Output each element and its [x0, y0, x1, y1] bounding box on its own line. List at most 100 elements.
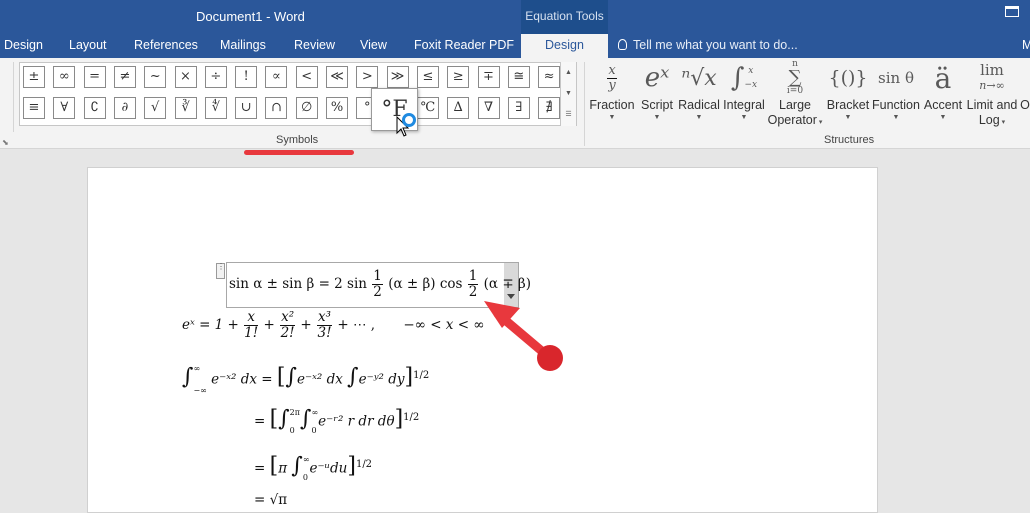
tab-mailings[interactable]: Mailings	[220, 34, 266, 58]
document-title: Document1 - Word	[196, 9, 305, 24]
symbol-button[interactable]: ≡	[23, 97, 45, 119]
limit-and-log-label: Limit and	[966, 98, 1018, 112]
tab-view[interactable]: View	[360, 34, 387, 58]
integral-button[interactable]: ∫ x −x Integral ▼	[722, 58, 766, 130]
ribbon-tab-row: Design Layout References Mailings Review…	[0, 34, 1030, 58]
symbol-button[interactable]: ∝	[265, 66, 288, 88]
gallery-up-icon[interactable]: ▲	[561, 62, 576, 83]
eq1-left: sin α ± sin β = 2 sin	[229, 276, 367, 292]
operator-icon	[1020, 58, 1030, 98]
equation-gaussian-line-2[interactable]: = [∫ 2π 0 ∫ ∞ 0 e⁻ʳ² r dr dθ]1/2	[254, 404, 419, 440]
accent-icon: ä	[934, 61, 952, 95]
symbol-button[interactable]: ≠	[113, 66, 136, 88]
symbol-button[interactable]: %	[326, 97, 348, 119]
symbol-button[interactable]: ∃	[507, 97, 530, 119]
symbol-button[interactable]: ∀	[53, 97, 76, 119]
chevron-down-icon: ▼	[695, 114, 703, 121]
exp-term-1: x 1!	[244, 309, 259, 341]
script-button[interactable]: eˣ Script ▼	[638, 58, 676, 130]
integral-icon: ∫ x −x	[730, 63, 758, 93]
annotation-underline	[244, 150, 354, 155]
symbol-button[interactable]: ∜	[204, 97, 227, 119]
large-operator-icon: n ∑ i=0	[786, 59, 804, 96]
symbol-button[interactable]: ≅	[507, 66, 530, 88]
tell-me-search[interactable]: Tell me what you want to do...	[618, 34, 798, 58]
symbol-button[interactable]: ∪	[235, 97, 258, 119]
fraction-icon: xy	[607, 62, 617, 93]
fraction-button[interactable]: xy Fraction ▼	[588, 58, 636, 130]
ribbon-panel: ⬊ ±∞=≠~×÷!∝<≪>≫≤≥∓≅≈≡∀∁∂√∛∜∪∩∅%°℉℃∆∇∃∄ ▲…	[0, 58, 1030, 149]
gallery-down-icon[interactable]: ▼	[561, 83, 576, 104]
symbol-button[interactable]: ∄	[538, 97, 561, 119]
symbol-button[interactable]: ∂	[113, 97, 136, 119]
radical-button[interactable]: ⁿ√x Radical ▼	[678, 58, 720, 130]
symbol-button[interactable]: ≈	[538, 66, 561, 88]
accent-label: Accent	[923, 98, 963, 112]
tab-design[interactable]: Design	[4, 34, 43, 58]
symbol-button[interactable]: ≪	[326, 66, 348, 88]
large-operator-button[interactable]: n ∑ i=0 Large Operator ▾	[766, 58, 824, 130]
symbol-button[interactable]: ≥	[447, 66, 470, 88]
equation-tools-context-label: Equation Tools	[521, 0, 608, 34]
symbol-button[interactable]: =	[83, 66, 106, 88]
exp-term-2: x² 2!	[280, 309, 296, 341]
equation-gaussian-line-1[interactable]: ∫ ∞ −∞ e⁻ˣ² dx = [∫e⁻ˣ² dx ∫e⁻ʸ² dy]1/2	[182, 358, 429, 402]
equation-drag-handle-icon[interactable]: ⋮	[216, 263, 225, 279]
tab-layout[interactable]: Layout	[69, 34, 107, 58]
limit-icon: lim n→∞	[979, 61, 1005, 93]
tab-review[interactable]: Review	[294, 34, 335, 58]
symbol-button[interactable]: ∇	[477, 97, 500, 119]
chevron-down-icon: ▼	[740, 114, 748, 121]
equation-gaussian-line-3[interactable]: = [π ∫ ∞ 0 e⁻ᵘdu]1/2	[254, 451, 372, 487]
chevron-down-icon: ▼	[939, 114, 947, 121]
accent-button[interactable]: ä Accent ▼	[922, 58, 964, 130]
symbol-button[interactable]: ≫	[386, 66, 409, 88]
symbol-button[interactable]: ∓	[477, 66, 500, 88]
limit-and-log-button[interactable]: lim n→∞ Limit and Log ▾	[964, 58, 1020, 130]
equation-exponential-series[interactable]: eˣ = 1 + x 1! + x² 2! + x³ 3! + ⋯ , −∞ < x …	[182, 310, 485, 341]
eq1-frac-1: 12	[372, 268, 383, 300]
symbol-button[interactable]: ∁	[83, 97, 106, 119]
symbol-button[interactable]: >	[356, 66, 379, 88]
title-bar: Document1 - Word Equation Tools	[0, 0, 1030, 34]
gallery-more-icon[interactable]: ☰	[561, 104, 576, 125]
chevron-down-icon: ▼	[892, 114, 900, 121]
symbols-gallery: ±∞=≠~×÷!∝<≪>≫≤≥∓≅≈≡∀∁∂√∛∜∪∩∅%°℉℃∆∇∃∄	[19, 62, 577, 126]
symbol-button[interactable]: ∆	[447, 97, 470, 119]
equation-gaussian-line-4[interactable]: = √π	[254, 492, 287, 508]
symbol-button[interactable]: ∅	[295, 97, 318, 119]
structures-group-label: Structures	[824, 134, 875, 146]
radical-label: Radical	[678, 98, 720, 112]
exp-term-3: x³ 3!	[317, 309, 333, 341]
bracket-button[interactable]: {()} Bracket ▼	[826, 58, 870, 130]
tab-foxit-reader-pdf[interactable]: Foxit Reader PDF	[414, 34, 514, 58]
user-initial[interactable]: M	[1022, 34, 1030, 58]
large-operator-label: Large	[779, 98, 811, 112]
symbol-button[interactable]: <	[295, 66, 318, 88]
symbol-button[interactable]: ℃	[416, 97, 439, 119]
symbol-button[interactable]: ∛	[174, 97, 197, 119]
symbol-button[interactable]: ±	[23, 66, 45, 88]
symbol-button[interactable]: !	[235, 66, 258, 88]
dialog-launcher-icon[interactable]: ⬊	[2, 138, 9, 147]
chevron-down-icon: ▼	[653, 114, 661, 121]
operator-button-partial[interactable]: O	[1020, 58, 1030, 130]
symbol-button[interactable]: ∩	[265, 97, 288, 119]
chevron-down-icon: ▼	[844, 114, 852, 121]
eq1-mid: (α ± β) cos	[388, 276, 463, 292]
symbol-button[interactable]: ~	[144, 66, 167, 88]
gallery-scroll-controls[interactable]: ▲ ▼ ☰	[560, 62, 576, 126]
restore-window-icon[interactable]	[1005, 6, 1019, 17]
tab-references[interactable]: References	[134, 34, 198, 58]
red-arrow-annotation	[484, 301, 563, 371]
tab-equation-design[interactable]: Design	[521, 34, 608, 58]
function-button[interactable]: sin θ Function ▼	[871, 58, 921, 130]
chevron-down-icon: ▼	[608, 114, 616, 121]
symbol-button[interactable]: ≤	[416, 66, 439, 88]
fraction-label: Fraction	[589, 98, 635, 112]
symbol-button[interactable]: √	[144, 97, 167, 119]
symbol-button[interactable]: ×	[174, 66, 197, 88]
eq1-frac-2: 12	[467, 268, 479, 300]
symbol-button[interactable]: ∞	[53, 66, 76, 88]
symbol-button[interactable]: ÷	[204, 66, 227, 88]
